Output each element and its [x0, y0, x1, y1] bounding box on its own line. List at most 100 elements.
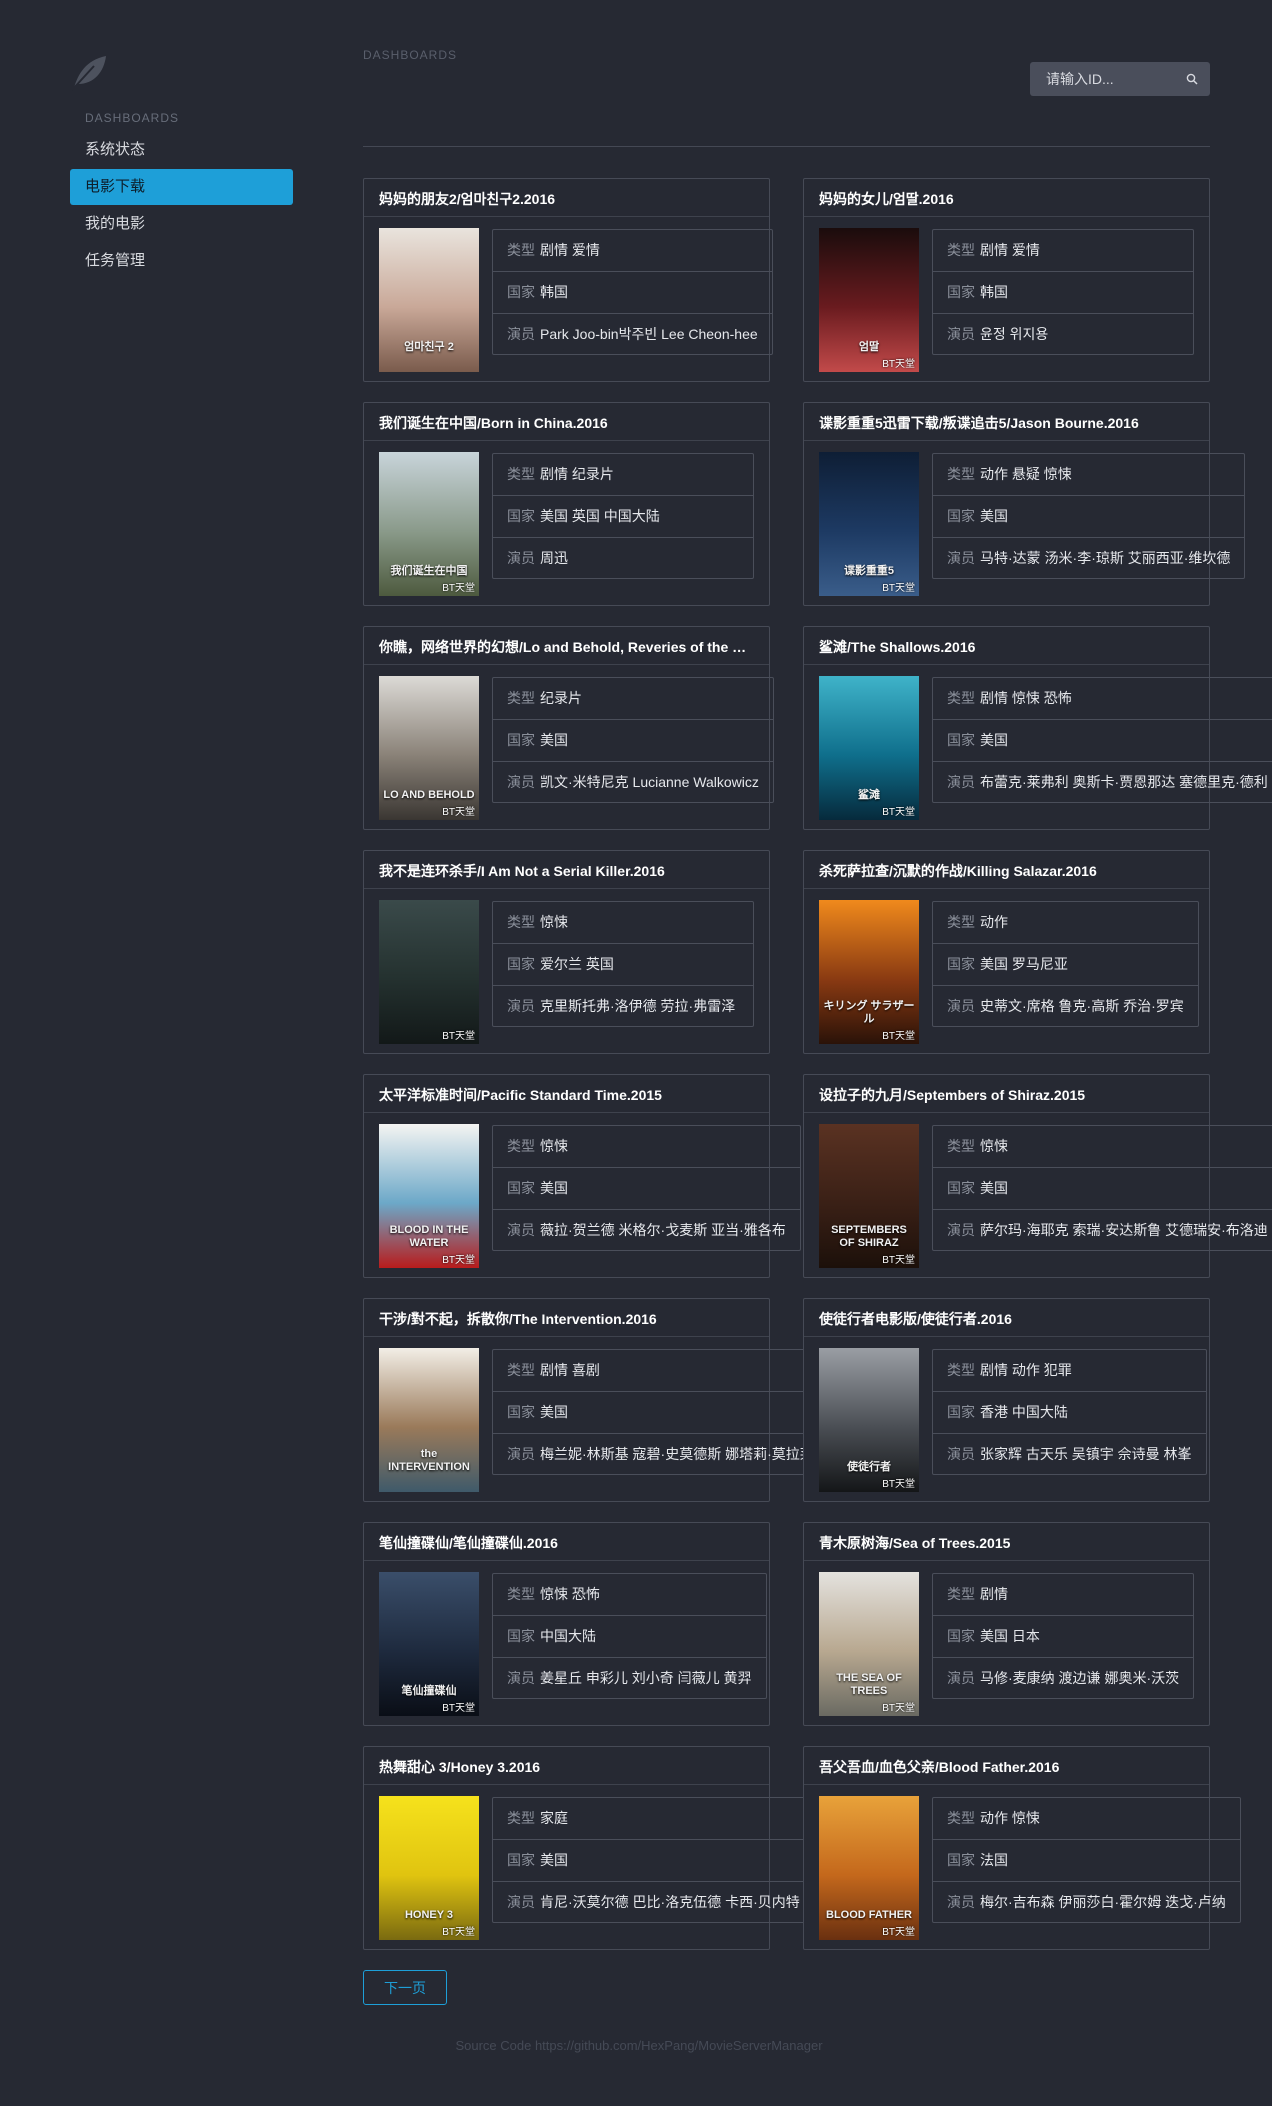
poster-title-text: BLOOD FATHER: [826, 1909, 912, 1921]
poster-title-text: LO AND BEHOLD: [383, 789, 475, 801]
movie-title[interactable]: 杀死萨拉查/沉默的作战/Killing Salazar.2016: [804, 851, 1209, 889]
actors-value: 布蕾克·莱弗利 奥斯卡·贾恩那达 塞德里克·德利: [980, 774, 1268, 790]
movie-title[interactable]: 谍影重重5迅雷下载/叛谍追击5/Jason Bourne.2016: [804, 403, 1209, 441]
movie-title[interactable]: 热舞甜心 3/Honey 3.2016: [364, 1747, 769, 1785]
movie-title[interactable]: 笔仙撞碟仙/笔仙撞碟仙.2016: [364, 1523, 769, 1561]
movie-poster-image[interactable]: 使徒行者 BT天堂: [819, 1348, 919, 1492]
genre-value: 惊悚: [980, 1138, 1008, 1154]
country-label: 国家: [507, 1404, 535, 1420]
actors-label: 演员: [947, 1894, 975, 1910]
movie-title[interactable]: 我们诞生在中国/Born in China.2016: [364, 403, 769, 441]
country-value: 美国: [980, 508, 1008, 524]
genre-label: 类型: [947, 914, 975, 930]
movie-title[interactable]: 吾父吾血/血色父亲/Blood Father.2016: [804, 1747, 1209, 1785]
leaf-logo-icon: [71, 56, 106, 91]
poster-watermark: BT天堂: [442, 1927, 475, 1938]
genre-label: 类型: [947, 690, 975, 706]
movie-card: 谍影重重5迅雷下载/叛谍追击5/Jason Bourne.2016 谍影重重5 …: [803, 402, 1246, 606]
actors-value: 薇拉·贺兰德 米格尔·戈麦斯 亚当·雅各布: [540, 1222, 786, 1238]
movie-body: 엄마친구 2 类型 剧情 爱情 国家 韩国 演员 Park Joo-bin박주빈 Le…: [364, 217, 773, 372]
actors-value: 马特·达蒙 汤米·李·琼斯 艾丽西亚·维坎德: [980, 550, 1231, 566]
poster-title-text: 엄마친구 2: [404, 341, 454, 353]
genre-label: 类型: [947, 1362, 975, 1378]
search-input[interactable]: [1030, 62, 1210, 96]
poster-title-text: 谍影重重5: [843, 565, 895, 577]
movie-poster-image[interactable]: 谍影重重5 BT天堂: [819, 452, 919, 596]
genre-value: 剧情 惊悚 恐怖: [980, 690, 1072, 706]
movie-title[interactable]: 妈妈的朋友2/엄마친구2.2016: [364, 179, 769, 217]
movie-title[interactable]: 妈妈的女儿/엄딸.2016: [804, 179, 1209, 217]
actors-row: 演员 史蒂文·席格 鲁克·高斯 乔治·罗宾: [933, 986, 1198, 1028]
movie-title[interactable]: 鲨滩/The Shallows.2016: [804, 627, 1209, 665]
movie-info-table: 类型 剧情 爱情 国家 韩国 演员 윤정 위지용: [932, 229, 1194, 355]
movie-poster-image[interactable]: LO AND BEHOLD BT天堂: [379, 676, 479, 820]
movie-title[interactable]: 使徒行者电影版/使徒行者.2016: [804, 1299, 1209, 1337]
breadcrumb: DASHBOARDS: [363, 48, 458, 62]
poster-watermark: BT天堂: [882, 359, 915, 370]
movie-poster-image[interactable]: BT天堂: [379, 900, 479, 1044]
genre-value: 剧情: [980, 1586, 1008, 1602]
actors-row: 演员 梅尔·吉布森 伊丽莎白·霍尔姆 迭戈·卢纳: [933, 1882, 1240, 1924]
country-value: 美国: [540, 1404, 568, 1420]
movie-poster-image[interactable]: キリング サラザール BT天堂: [819, 900, 919, 1044]
poster-title-text: 鲨滩: [858, 789, 880, 801]
movie-body: キリング サラザール BT天堂 类型 动作 国家 美国 罗马尼亚 演员 史蒂文·席格 …: [804, 889, 1209, 1044]
movie-title[interactable]: 太平洋标准时间/Pacific Standard Time.2015: [364, 1075, 769, 1113]
movie-poster-image[interactable]: 鲨滩 BT天堂: [819, 676, 919, 820]
movie-title[interactable]: 我不是连环杀手/I Am Not a Serial Killer.2016: [364, 851, 769, 889]
movie-poster-image[interactable]: BLOOD IN THE WATER BT天堂: [379, 1124, 479, 1268]
genre-row: 类型 剧情 惊悚 恐怖: [933, 678, 1272, 720]
movie-title[interactable]: 青木原树海/Sea of Trees.2015: [804, 1523, 1209, 1561]
country-label: 国家: [507, 1180, 535, 1196]
movie-poster-image[interactable]: SEPTEMBERS OF SHIRAZ BT天堂: [819, 1124, 919, 1268]
movie-info-table: 类型 动作 悬疑 惊悚 国家 美国 演员 马特·达蒙 汤米·李·琼斯 艾丽西亚·维坎德: [932, 453, 1246, 579]
movie-body: 使徒行者 BT天堂 类型 剧情 动作 犯罪 国家 香港 中国大陆 演员 张家辉 古天乐…: [804, 1337, 1209, 1492]
country-row: 国家 美国 罗马尼亚: [933, 944, 1198, 986]
poster-title-text: BLOOD IN THE WATER: [389, 1224, 469, 1249]
movie-info-table: 类型 剧情 爱情 国家 韩国 演员 Park Joo-bin박주빈 Lee Cheon…: [492, 229, 773, 355]
poster-title-text: 엄딸: [858, 341, 880, 353]
movie-poster-image[interactable]: the INTERVENTION: [379, 1348, 479, 1492]
country-label: 国家: [507, 1852, 535, 1868]
movie-poster-image[interactable]: HONEY 3 BT天堂: [379, 1796, 479, 1940]
country-value: 韩国: [980, 284, 1008, 300]
source-code-link[interactable]: Source Code https://github.com/HexPang/M…: [0, 2038, 1272, 2053]
sidebar-item-system-status[interactable]: 系统状态: [70, 132, 293, 168]
actors-label: 演员: [947, 1446, 975, 1462]
movie-card: 青木原树海/Sea of Trees.2015 THE SEA OF TREES…: [803, 1522, 1210, 1726]
sidebar-item-task-management[interactable]: 任务管理: [70, 243, 293, 279]
actors-row: 演员 肯尼·沃莫尔德 巴比·洛克伍德 卡西·贝内特: [493, 1882, 814, 1924]
movie-card: 使徒行者电影版/使徒行者.2016 使徒行者 BT天堂 类型 剧情 动作 犯罪 国…: [803, 1298, 1210, 1502]
poster-watermark: BT天堂: [442, 807, 475, 818]
search-icon[interactable]: [1186, 73, 1198, 85]
genre-row: 类型 剧情 爱情: [933, 230, 1193, 272]
actors-label: 演员: [507, 326, 535, 342]
movie-poster-image[interactable]: THE SEA OF TREES BT天堂: [819, 1572, 919, 1716]
movie-title[interactable]: 干涉/對不起，拆散你/The Intervention.2016: [364, 1299, 769, 1337]
actors-value: 张家辉 古天乐 吴镇宇 佘诗曼 林峯: [980, 1446, 1192, 1462]
poster-watermark: BT天堂: [882, 1031, 915, 1042]
movie-card: 设拉子的九月/Septembers of Shiraz.2015 SEPTEMB…: [803, 1074, 1272, 1278]
movie-info-table: 类型 家庭 国家 美国 演员 肯尼·沃莫尔德 巴比·洛克伍德 卡西·贝内特: [492, 1797, 815, 1923]
next-page-button[interactable]: 下一页: [363, 1970, 447, 2005]
movie-poster-image[interactable]: 엄마친구 2: [379, 228, 479, 372]
sidebar-item-movie-download[interactable]: 电影下载: [70, 169, 293, 205]
movie-poster-image[interactable]: 我们诞生在中国 BT天堂: [379, 452, 479, 596]
actors-label: 演员: [507, 1446, 535, 1462]
movie-poster-image[interactable]: BLOOD FATHER BT天堂: [819, 1796, 919, 1940]
movie-title[interactable]: 你瞧，网络世界的幻想/Lo and Behold, Reveries of th…: [364, 627, 769, 665]
movie-card: 妈妈的女儿/엄딸.2016 엄딸 BT天堂 类型 剧情 爱情 国家 韩国 演员 윤정 …: [803, 178, 1210, 382]
movie-title[interactable]: 设拉子的九月/Septembers of Shiraz.2015: [804, 1075, 1209, 1113]
genre-row: 类型 剧情 爱情: [493, 230, 772, 272]
actors-value: 梅尔·吉布森 伊丽莎白·霍尔姆 迭戈·卢纳: [980, 1894, 1226, 1910]
country-label: 国家: [947, 1180, 975, 1196]
movie-poster-image[interactable]: 笔仙撞碟仙 BT天堂: [379, 1572, 479, 1716]
sidebar-item-my-movies[interactable]: 我的电影: [70, 206, 293, 242]
actors-label: 演员: [947, 998, 975, 1014]
movie-poster-image[interactable]: 엄딸 BT天堂: [819, 228, 919, 372]
country-row: 国家 韩国: [933, 272, 1193, 314]
movie-body: HONEY 3 BT天堂 类型 家庭 国家 美国 演员 肯尼·沃莫尔德 巴比·洛克伍德…: [364, 1785, 815, 1940]
movie-card: 我不是连环杀手/I Am Not a Serial Killer.2016 BT…: [363, 850, 770, 1054]
actors-value: 克里斯托弗·洛伊德 劳拉·弗雷泽: [540, 998, 736, 1014]
country-label: 国家: [947, 1852, 975, 1868]
